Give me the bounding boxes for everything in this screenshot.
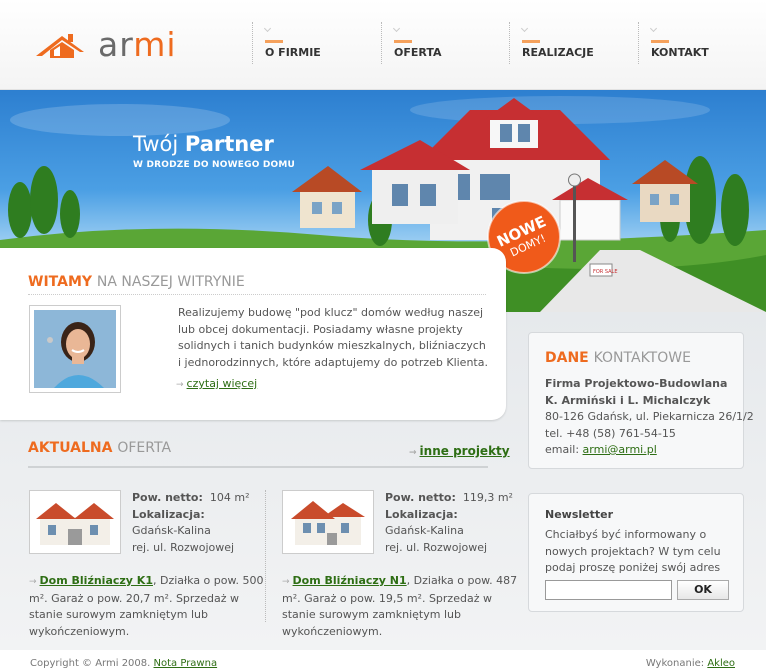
legal-note-link[interactable]: Nota Prawna	[154, 658, 218, 669]
main-nav: O FIRMIE OFERTA REALIZACJE KONTAKT	[252, 22, 738, 64]
arrow-right-icon: →	[282, 577, 290, 587]
logo[interactable]: armi	[34, 28, 177, 62]
arrow-right-icon: →	[176, 380, 184, 390]
company-name: Firma Projektowo-Budowlana	[545, 377, 728, 390]
area-value: 119,3 m²	[462, 491, 513, 504]
newsletter-ok-button[interactable]: OK	[677, 580, 729, 600]
nav-tick-icon	[520, 24, 529, 33]
company-owners: K. Armiński i L. Michalczyk	[545, 393, 711, 407]
more-projects: → inne projekty	[409, 444, 510, 458]
nav-item-o-firmie[interactable]: O FIRMIE	[252, 22, 381, 64]
offer-link[interactable]: Dom Bliźniaczy K1	[40, 574, 153, 587]
nav-tick-icon	[392, 24, 401, 33]
area-label: Pow. netto:	[385, 491, 456, 504]
nav-item-kontakt[interactable]: KONTAKT	[638, 22, 738, 64]
location-label: Lokalizacja:	[132, 507, 205, 521]
offer-info: Pow. netto: 104 m² Lokalizacja: Gdańsk-K…	[132, 490, 249, 556]
banner-subtitle: W DRODZE DO NOWEGO DOMU	[133, 160, 296, 170]
more-projects-link[interactable]: inne projekty	[420, 444, 510, 458]
welcome-text: Realizujemy budowę "pod klucz" domów wed…	[178, 306, 488, 369]
footer: Copyright © Armi 2008. Nota Prawna Wykon…	[0, 650, 766, 670]
location-label: Lokalizacja:	[385, 507, 458, 521]
nav-accent-bar	[265, 40, 283, 43]
phone: tel. +48 (58) 761-54-15	[545, 426, 676, 440]
banner-title: Twój Partner	[133, 132, 274, 156]
nav-item-realizacje[interactable]: REALIZACJE	[509, 22, 638, 64]
newsletter-email-input[interactable]	[545, 580, 672, 600]
nav-label[interactable]: O FIRMIE	[265, 46, 321, 59]
nav-label[interactable]: OFERTA	[394, 46, 442, 59]
location-line: Gdańsk-Kalina	[132, 524, 211, 537]
contact-title: DANE KONTAKTOWE	[545, 350, 691, 366]
offer-info: Pow. netto: 119,3 m² Lokalizacja: Gdańsk…	[385, 490, 513, 556]
offers-title: AKTUALNA OFERTA	[28, 440, 172, 456]
logo-text: armi	[98, 25, 177, 64]
offer-link[interactable]: Dom Bliźniaczy N1	[293, 574, 407, 587]
woman-with-keys-image	[34, 310, 116, 388]
nav-label[interactable]: REALIZACJE	[522, 46, 594, 59]
contact-box: DANE KONTAKTOWE Firma Projektowo-Budowla…	[528, 332, 754, 469]
logo-roof-icon	[36, 34, 84, 58]
location-line: Gdańsk-Kalina	[385, 524, 464, 537]
house-image	[287, 495, 369, 549]
copyright: Copyright © Armi 2008. Nota Prawna	[30, 658, 218, 669]
sale-sign-text: FOR SALE	[593, 269, 618, 275]
welcome-title: WITAMY NA NASZEJ WITRYNIE	[28, 274, 245, 290]
read-more: → czytaj więcej	[176, 377, 257, 390]
divider	[265, 490, 266, 622]
address: 80-126 Gdańsk, ul. Piekarnicza 26/1/2	[545, 410, 754, 423]
read-more-link[interactable]: czytaj więcej	[187, 377, 258, 390]
nav-accent-bar	[394, 40, 412, 43]
nav-tick-icon	[649, 24, 658, 33]
contact-details: Firma Projektowo-Budowlana K. Armiński i…	[545, 376, 754, 459]
email-link[interactable]: armi@armi.pl	[583, 443, 657, 456]
newsletter-box: Newsletter Chciałbyś być informowany o n…	[528, 493, 744, 612]
newsletter-title: Newsletter	[545, 508, 614, 521]
divider	[28, 466, 488, 468]
area-value: 104 m²	[209, 491, 250, 504]
credits: Wykonanie: Akleo	[645, 658, 735, 669]
offer-thumbnail[interactable]	[282, 490, 374, 554]
nav-accent-bar	[522, 40, 540, 43]
email-row: email: armi@armi.pl	[545, 443, 657, 456]
area-label: Pow. netto:	[132, 491, 203, 504]
arrow-right-icon: →	[29, 577, 37, 587]
offer-description: → Dom Bliźniaczy K1, Działka o pow. 500 m…	[29, 574, 264, 638]
nav-label[interactable]: KONTAKT	[651, 46, 709, 59]
offer-thumbnail[interactable]	[29, 490, 121, 554]
author-link[interactable]: Akleo	[707, 658, 735, 669]
header: armi O FIRMIE OFERTA REALIZACJE KONTAKT	[0, 0, 766, 90]
offer-description: → Dom Bliźniaczy N1, Działka o pow. 487 m…	[282, 574, 518, 638]
nav-accent-bar	[651, 40, 669, 43]
house-image	[34, 495, 116, 549]
divider	[28, 294, 486, 295]
nav-item-oferta[interactable]: OFERTA	[381, 22, 509, 64]
welcome-photo	[29, 305, 121, 393]
arrow-right-icon: →	[409, 448, 417, 458]
location-line: rej. ul. Rozwojowej	[385, 540, 488, 554]
location-line: rej. ul. Rozwojowej	[132, 540, 235, 554]
nav-tick-icon	[263, 24, 272, 33]
